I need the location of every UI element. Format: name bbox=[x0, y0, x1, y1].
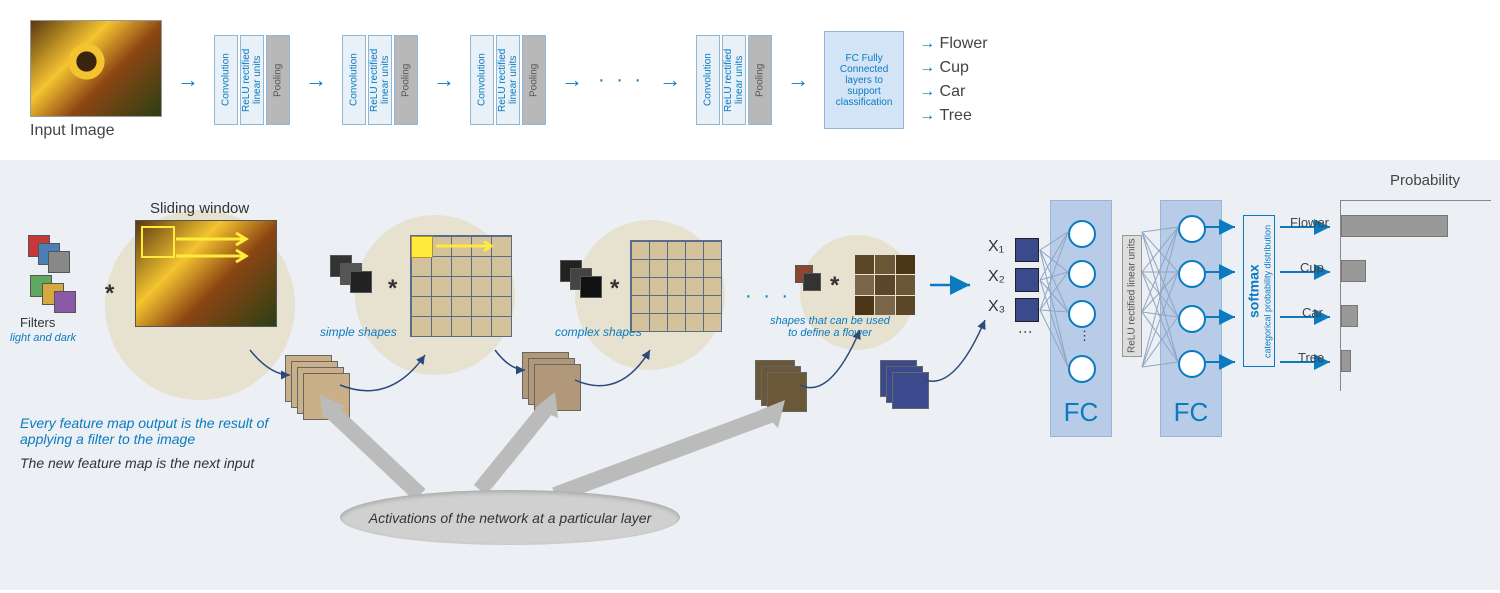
filter-icon bbox=[48, 251, 70, 273]
pool-box: Pooling bbox=[394, 35, 418, 125]
prob-bar bbox=[1341, 305, 1358, 327]
sliding-window-image bbox=[135, 220, 277, 327]
conv-box: Convolution bbox=[470, 35, 494, 125]
feature-grid bbox=[630, 240, 722, 332]
arrow-icon: → bbox=[305, 67, 327, 93]
neuron-node bbox=[1178, 305, 1206, 333]
probability-title: Probability bbox=[1390, 172, 1460, 189]
caption-feature-map: Every feature map output is the result o… bbox=[20, 415, 300, 447]
feature-grid bbox=[410, 235, 512, 337]
window-box-icon bbox=[141, 226, 175, 258]
x-box bbox=[1015, 298, 1039, 322]
conv-star-icon: * bbox=[830, 272, 839, 300]
output-label: Cup bbox=[919, 59, 987, 77]
feature-maps bbox=[285, 355, 340, 410]
relu-box: ReLU rectified linear units bbox=[240, 35, 264, 125]
relu-box: ReLU rectified linear units bbox=[1122, 235, 1142, 357]
vdots-icon: ⋮ bbox=[1078, 328, 1091, 344]
softmax-box: softmaxcategorical probability distribut… bbox=[1243, 215, 1275, 367]
filters-sub: light and dark bbox=[10, 332, 76, 344]
x-box bbox=[1015, 268, 1039, 292]
class-label: Tree bbox=[1298, 350, 1324, 365]
top-pipeline: Input Image → Convolution ReLU rectified… bbox=[0, 0, 1500, 160]
yellow-arrows-icon bbox=[176, 231, 266, 271]
arrow-icon: → bbox=[659, 67, 681, 93]
highlight-cell bbox=[411, 236, 433, 258]
vdots-icon: ⋮ bbox=[1018, 325, 1034, 341]
neuron-node bbox=[1068, 260, 1096, 288]
neuron-node bbox=[1178, 215, 1206, 243]
conv-box: Convolution bbox=[342, 35, 366, 125]
x-box bbox=[1015, 238, 1039, 262]
feature-maps bbox=[880, 360, 935, 415]
caption-next-input: The new feature map is the next input bbox=[20, 455, 254, 471]
fc-label: FC bbox=[1174, 397, 1209, 428]
conv-block-1: Convolution ReLU rectified linear units … bbox=[214, 35, 290, 125]
define-flower-label: shapes that can be used to define a flow… bbox=[770, 315, 890, 339]
conv-star-icon: * bbox=[610, 275, 619, 303]
activations-label: Activations of the network at a particul… bbox=[369, 510, 651, 526]
output-label: Car bbox=[919, 83, 987, 101]
output-labels: Flower Cup Car Tree bbox=[919, 35, 987, 125]
filter-icon bbox=[803, 273, 821, 291]
neuron-node bbox=[1178, 350, 1206, 378]
arrow-icon: → bbox=[177, 67, 199, 93]
complex-shapes-label: complex shapes bbox=[555, 325, 642, 339]
feature-maps bbox=[522, 352, 577, 407]
filter-icon bbox=[350, 271, 372, 293]
arrow-icon: → bbox=[433, 67, 455, 93]
ellipsis: · · · bbox=[745, 285, 791, 308]
relu-box: ReLU rectified linear units bbox=[496, 35, 520, 125]
conv-block-2: Convolution ReLU rectified linear units … bbox=[342, 35, 418, 125]
pool-box: Pooling bbox=[748, 35, 772, 125]
prob-bar bbox=[1341, 350, 1351, 372]
x-label: X₁ bbox=[988, 238, 1004, 256]
relu-box: ReLU rectified linear units bbox=[368, 35, 392, 125]
conv-star-icon: * bbox=[388, 275, 397, 303]
pool-box: Pooling bbox=[522, 35, 546, 125]
prob-bar bbox=[1341, 260, 1366, 282]
yellow-arrow-icon bbox=[436, 241, 506, 256]
conv-box: Convolution bbox=[214, 35, 238, 125]
bottom-diagram: Filters light and dark * Sliding window … bbox=[0, 160, 1500, 590]
pool-box: Pooling bbox=[266, 35, 290, 125]
conv-box: Convolution bbox=[696, 35, 720, 125]
x-label: X₃ bbox=[988, 298, 1005, 316]
sliding-window-label: Sliding window bbox=[150, 200, 249, 217]
class-label: Flower bbox=[1290, 215, 1329, 230]
class-label: Car bbox=[1302, 305, 1323, 320]
ellipsis: · · · bbox=[598, 69, 644, 92]
neuron-node bbox=[1068, 355, 1096, 383]
fc-box: FC Fully Connected layers to support cla… bbox=[824, 31, 904, 129]
class-label: Cup bbox=[1300, 260, 1324, 275]
filter-icon bbox=[54, 291, 76, 313]
small-grid bbox=[855, 255, 915, 315]
input-image-label: Input Image bbox=[30, 122, 162, 140]
filter-icon bbox=[580, 276, 602, 298]
neuron-node bbox=[1178, 260, 1206, 288]
fc-label: FC bbox=[1064, 397, 1099, 428]
conv-block-4: Convolution ReLU rectified linear units … bbox=[696, 35, 772, 125]
filters-label: Filters bbox=[20, 315, 55, 330]
prob-bar bbox=[1341, 215, 1448, 237]
x-label: X₂ bbox=[988, 268, 1005, 286]
input-image-block: Input Image bbox=[30, 20, 162, 140]
conv-star-icon: * bbox=[105, 280, 114, 308]
output-label: Flower bbox=[919, 35, 987, 53]
conv-block-3: Convolution ReLU rectified linear units … bbox=[470, 35, 546, 125]
neuron-node bbox=[1068, 300, 1096, 328]
relu-box: ReLU rectified linear units bbox=[722, 35, 746, 125]
activations-ellipse: Activations of the network at a particul… bbox=[340, 490, 680, 545]
arrow-icon: → bbox=[787, 67, 809, 93]
simple-shapes-label: simple shapes bbox=[320, 325, 397, 339]
arrow-icon: → bbox=[561, 67, 583, 93]
feature-maps bbox=[755, 360, 810, 415]
output-label: Tree bbox=[919, 107, 987, 125]
neuron-node bbox=[1068, 220, 1096, 248]
input-image bbox=[30, 20, 162, 117]
